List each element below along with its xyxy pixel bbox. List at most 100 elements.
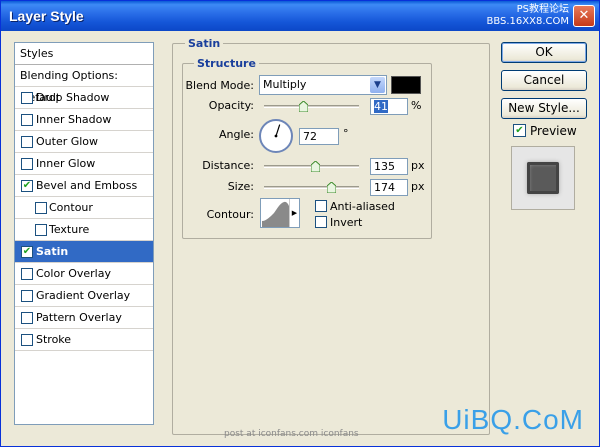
preview-thumbnail bbox=[511, 146, 575, 210]
style-item-label: Contour bbox=[49, 201, 93, 214]
distance-input-value: 135 bbox=[374, 160, 395, 173]
opacity-input-value: 41 bbox=[374, 100, 388, 113]
blend-color-swatch[interactable] bbox=[391, 76, 421, 94]
style-item[interactable]: ✔ Bevel and Emboss bbox=[15, 175, 153, 197]
style-item[interactable]: Stroke bbox=[15, 329, 153, 351]
preview-label: Preview bbox=[530, 124, 577, 138]
watermark-line-2: BBS.16XX8.COM bbox=[486, 16, 569, 27]
style-item-checkbox[interactable] bbox=[21, 114, 33, 126]
anti-aliased-label: Anti-aliased bbox=[330, 200, 395, 213]
cancel-button[interactable]: Cancel bbox=[501, 70, 587, 91]
style-item-checkbox[interactable]: ✔ bbox=[21, 246, 33, 258]
size-slider[interactable] bbox=[264, 182, 359, 194]
style-item-label: Color Overlay bbox=[36, 267, 111, 280]
size-label: Size: bbox=[227, 180, 254, 193]
invert-checkbox[interactable] bbox=[315, 216, 327, 228]
style-item[interactable]: Gradient Overlay bbox=[15, 285, 153, 307]
distance-slider[interactable] bbox=[264, 161, 359, 173]
style-item-checkbox[interactable] bbox=[35, 202, 47, 214]
style-item-label: Texture bbox=[49, 223, 90, 236]
style-item-checkbox[interactable] bbox=[21, 158, 33, 170]
dialog-body: Styles Blending Options: Default Drop Sha… bbox=[2, 31, 598, 446]
style-item-checkbox[interactable] bbox=[21, 290, 33, 302]
opacity-slider[interactable] bbox=[264, 101, 359, 113]
angle-dial-graphic bbox=[274, 124, 281, 138]
watermark-text: PS教程论坛 BBS.16XX8.COM bbox=[486, 4, 569, 28]
styles-header[interactable]: Styles bbox=[15, 43, 153, 65]
style-item-checkbox[interactable] bbox=[21, 312, 33, 324]
style-item-checkbox[interactable]: ✔ bbox=[21, 180, 33, 192]
ok-button[interactable]: OK bbox=[501, 42, 587, 63]
blend-mode-select[interactable]: Multiply ▼ bbox=[259, 75, 387, 95]
check-icon: ✔ bbox=[515, 125, 524, 136]
size-slider-thumb[interactable] bbox=[326, 182, 336, 193]
style-item-checkbox[interactable] bbox=[21, 334, 33, 346]
check-icon: ✔ bbox=[22, 180, 32, 191]
style-item-label: Inner Glow bbox=[36, 157, 96, 170]
style-item-label: Satin bbox=[36, 245, 69, 258]
size-slider-track bbox=[264, 186, 359, 189]
opacity-label: Opacity: bbox=[208, 99, 254, 112]
blend-mode-value: Multiply bbox=[263, 78, 307, 91]
style-item[interactable]: Color Overlay bbox=[15, 263, 153, 285]
angle-unit: ° bbox=[343, 127, 349, 140]
contour-label: Contour: bbox=[206, 208, 254, 221]
preview-swatch bbox=[527, 162, 559, 194]
title-bar[interactable]: Layer Style PS教程论坛 BBS.16XX8.COM ✕ bbox=[1, 1, 599, 31]
size-input[interactable]: 174 bbox=[370, 179, 408, 196]
layer-style-dialog: Layer Style PS教程论坛 BBS.16XX8.COM ✕ Style… bbox=[0, 0, 600, 447]
style-item-label: Stroke bbox=[36, 333, 72, 346]
opacity-slider-thumb[interactable] bbox=[298, 101, 308, 112]
style-item[interactable]: Pattern Overlay bbox=[15, 307, 153, 329]
satin-group-label: Satin bbox=[185, 37, 224, 50]
window-title: Layer Style bbox=[9, 8, 84, 24]
style-item[interactable]: Drop Shadow bbox=[15, 87, 153, 109]
style-item-label: Pattern Overlay bbox=[36, 311, 122, 324]
opacity-slider-track bbox=[264, 105, 359, 108]
footer-credit: post at iconfans.com iconfans bbox=[224, 429, 359, 439]
style-item[interactable]: Inner Shadow bbox=[15, 109, 153, 131]
style-item[interactable]: Texture bbox=[15, 219, 153, 241]
watermark-line-1: PS教程论坛 bbox=[516, 4, 569, 15]
style-item-label: Inner Shadow bbox=[36, 113, 112, 126]
style-item[interactable]: Blending Options: Default bbox=[15, 65, 153, 104]
style-item[interactable]: Contour bbox=[15, 197, 153, 219]
style-item-checkbox[interactable] bbox=[21, 268, 33, 280]
opacity-input[interactable]: 41 bbox=[370, 98, 408, 115]
close-icon[interactable]: ✕ bbox=[573, 5, 595, 27]
style-item-label: Bevel and Emboss bbox=[36, 179, 138, 192]
angle-dial[interactable] bbox=[259, 119, 293, 153]
check-icon: ✔ bbox=[22, 246, 32, 257]
size-input-value: 174 bbox=[374, 181, 395, 194]
distance-label: Distance: bbox=[202, 159, 254, 172]
preview-checkbox[interactable]: ✔ bbox=[513, 124, 526, 137]
distance-unit: px bbox=[411, 159, 425, 172]
angle-input-value: 72 bbox=[303, 130, 317, 143]
style-item[interactable]: Outer Glow bbox=[15, 131, 153, 153]
invert-label: Invert bbox=[330, 216, 363, 229]
style-item-checkbox[interactable] bbox=[35, 224, 47, 236]
style-item-checkbox[interactable] bbox=[21, 136, 33, 148]
contour-dropdown-icon[interactable]: ▶ bbox=[289, 199, 299, 227]
anti-aliased-checkbox[interactable] bbox=[315, 200, 327, 212]
size-unit: px bbox=[411, 180, 425, 193]
style-item-label: Gradient Overlay bbox=[36, 289, 131, 302]
contour-picker[interactable]: ▶ bbox=[260, 198, 300, 228]
styles-list: Styles Blending Options: Default Drop Sha… bbox=[14, 42, 154, 425]
angle-label: Angle: bbox=[218, 128, 254, 141]
distance-input[interactable]: 135 bbox=[370, 158, 408, 175]
style-item-label: Outer Glow bbox=[36, 135, 99, 148]
contour-curve-icon bbox=[262, 201, 290, 227]
new-style-button[interactable]: New Style... bbox=[501, 98, 587, 119]
style-item[interactable]: Inner Glow bbox=[15, 153, 153, 175]
style-item-checkbox[interactable] bbox=[21, 92, 33, 104]
style-item[interactable]: ✔ Satin bbox=[15, 241, 153, 263]
distance-slider-thumb[interactable] bbox=[311, 161, 321, 172]
style-item-label: Drop Shadow bbox=[36, 91, 110, 104]
blend-mode-label: Blend Mode: bbox=[185, 79, 255, 92]
opacity-unit: % bbox=[411, 99, 422, 112]
angle-input[interactable]: 72 bbox=[299, 128, 339, 145]
structure-group-label: Structure bbox=[194, 57, 259, 70]
site-logo: UiBQ.CoM bbox=[442, 404, 584, 435]
styles-items: Blending Options: Default Drop Shadow Inne… bbox=[15, 65, 153, 351]
